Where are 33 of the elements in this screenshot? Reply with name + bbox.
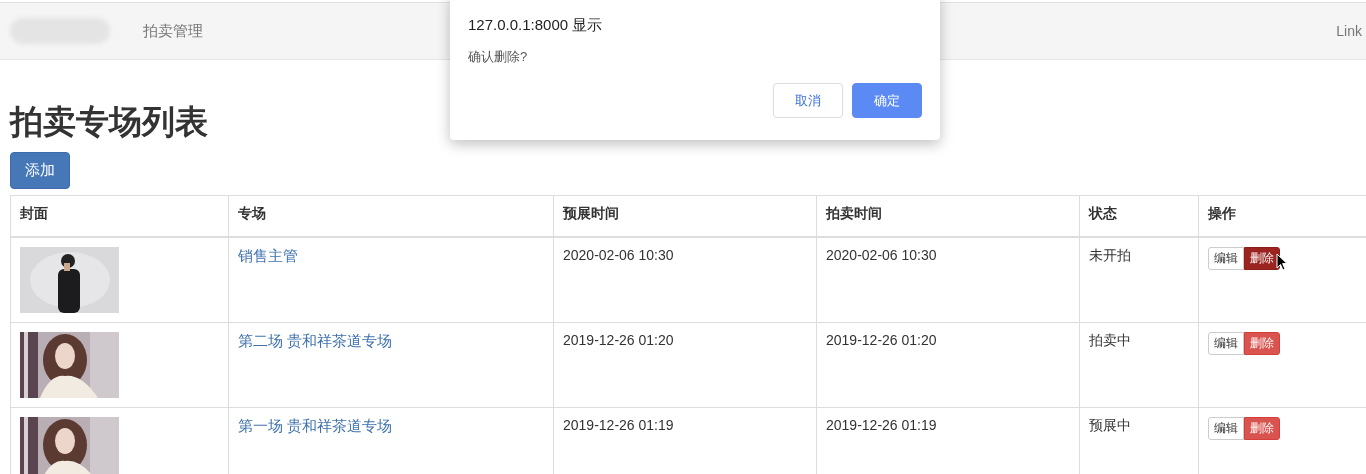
status-text: 拍卖中 (1089, 332, 1131, 348)
table-cell: 2020-02-06 10:30 (563, 247, 674, 263)
ok-button[interactable]: 确定 (852, 83, 922, 118)
column-header: 操作 (1208, 205, 1236, 221)
column-header: 封面 (20, 205, 48, 221)
table-cell: 2020-02-06 10:30 (826, 247, 937, 263)
page-heading: 拍卖专场列表 (10, 102, 209, 142)
status-text: 预展中 (1089, 417, 1131, 433)
session-link[interactable]: 第一场 贵和祥茶道专场 (238, 417, 393, 434)
table-cell: 2019-12-26 01:19 (563, 417, 674, 433)
nav-link[interactable]: 拍卖管理 (143, 21, 203, 41)
add-button[interactable]: 添加 (10, 152, 70, 189)
table-cell: 2019-12-26 01:20 (826, 332, 937, 348)
dialog-message: 确认删除? (468, 48, 529, 66)
session-link[interactable]: 第二场 贵和祥茶道专场 (238, 332, 393, 349)
edit-button[interactable]: 编辑 (1208, 417, 1244, 440)
column-header: 预展时间 (563, 205, 619, 221)
table-cell: 2019-12-26 01:19 (826, 417, 937, 433)
column-header: 拍卖时间 (826, 205, 882, 221)
nav-link[interactable]: Link (1336, 23, 1362, 39)
status-text: 未开拍 (1089, 247, 1131, 263)
dialog-title: 127.0.0.1:8000 显示 (468, 16, 604, 35)
session-link[interactable]: 销售主管 (238, 247, 298, 264)
column-header: 专场 (238, 205, 266, 221)
table-cell: 2019-12-26 01:20 (563, 332, 674, 348)
delete-button[interactable]: 删除 (1244, 332, 1280, 355)
delete-button[interactable]: 删除 (1244, 417, 1280, 440)
column-header: 状态 (1089, 205, 1117, 221)
edit-button[interactable]: 编辑 (1208, 332, 1244, 355)
edit-button[interactable]: 编辑 (1208, 247, 1244, 270)
delete-button[interactable]: 删除 (1244, 247, 1280, 270)
cursor-icon (1276, 253, 1288, 271)
cancel-button[interactable]: 取消 (773, 83, 843, 118)
